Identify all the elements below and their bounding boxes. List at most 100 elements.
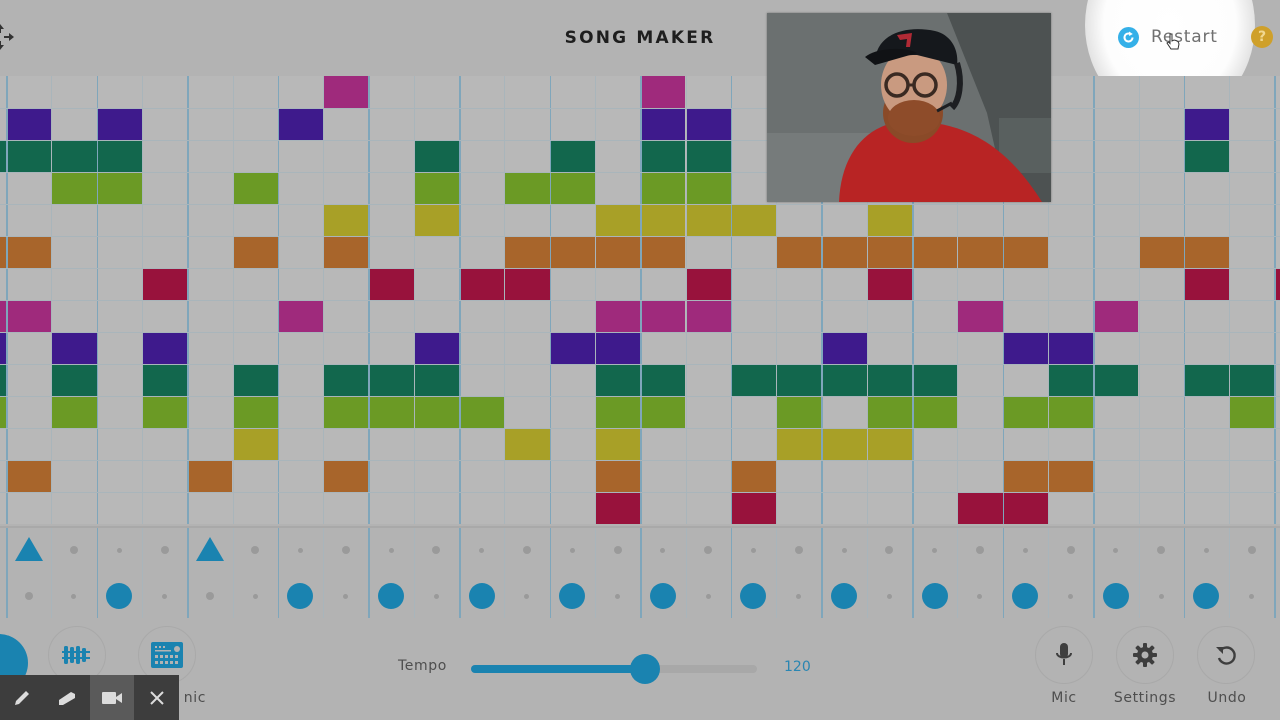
note-cell[interactable] [1047, 332, 1094, 364]
note-cell[interactable] [1183, 108, 1230, 140]
percussion-empty-dot[interactable] [660, 547, 666, 553]
percussion-empty-dot[interactable] [522, 546, 531, 554]
note-cell[interactable] [1183, 236, 1230, 268]
percussion-circle[interactable] [1193, 583, 1220, 609]
note-cell[interactable] [96, 108, 142, 140]
note-cell[interactable] [368, 364, 414, 396]
note-cell[interactable] [685, 108, 731, 140]
note-cell[interactable] [821, 364, 867, 396]
note-cell[interactable] [1002, 460, 1048, 492]
note-cell[interactable] [866, 364, 912, 396]
percussion-circle[interactable] [649, 583, 676, 609]
note-cell[interactable] [277, 108, 324, 140]
percussion-circle[interactable] [740, 583, 767, 609]
percussion-empty-dot[interactable] [388, 547, 394, 553]
note-cell[interactable] [1047, 460, 1094, 492]
percussion-circle[interactable] [378, 583, 405, 609]
note-cell[interactable] [685, 204, 731, 236]
percussion-empty-dot[interactable] [162, 593, 168, 599]
note-cell[interactable] [1047, 364, 1094, 396]
note-cell[interactable] [640, 108, 686, 140]
percussion-empty-dot[interactable] [705, 593, 711, 599]
percussion-empty-dot[interactable] [613, 546, 622, 554]
tempo-slider-thumb[interactable] [630, 654, 661, 684]
note-cell[interactable] [685, 300, 731, 332]
percussion-empty-dot[interactable] [885, 546, 894, 554]
note-cell[interactable] [277, 300, 324, 332]
note-cell[interactable] [141, 364, 188, 396]
settings-button[interactable] [1116, 626, 1174, 684]
note-cell[interactable] [730, 492, 777, 524]
pencil-button[interactable] [0, 675, 45, 720]
percussion-empty-dot[interactable] [975, 546, 984, 554]
percussion-empty-dot[interactable] [977, 593, 983, 599]
percussion-empty-dot[interactable] [569, 547, 575, 553]
note-cell[interactable] [323, 236, 369, 268]
note-cell[interactable] [776, 364, 822, 396]
note-cell[interactable] [594, 332, 641, 364]
note-cell[interactable] [640, 76, 686, 108]
note-cell[interactable] [640, 364, 686, 396]
percussion-empty-dot[interactable] [1249, 593, 1255, 599]
percussion-empty-dot[interactable] [704, 546, 713, 554]
note-cell[interactable] [51, 364, 97, 396]
percussion-circle[interactable] [1012, 583, 1039, 609]
percussion-empty-dot[interactable] [24, 592, 33, 600]
note-cell[interactable] [51, 172, 97, 204]
note-cell[interactable] [594, 204, 641, 236]
note-cell[interactable] [1093, 364, 1139, 396]
percussion-empty-dot[interactable] [69, 546, 78, 554]
note-cell[interactable] [1183, 268, 1230, 300]
percussion-empty-dot[interactable] [932, 547, 938, 553]
note-cell[interactable] [866, 428, 912, 460]
note-cell[interactable] [368, 268, 414, 300]
percussion-empty-dot[interactable] [615, 593, 621, 599]
note-cell[interactable] [1002, 492, 1048, 524]
note-cell[interactable] [232, 396, 278, 428]
percussion-circle[interactable] [468, 583, 495, 609]
note-cell[interactable] [821, 332, 867, 364]
note-cell[interactable] [1047, 396, 1094, 428]
note-cell[interactable] [413, 364, 459, 396]
percussion-empty-dot[interactable] [1203, 547, 1209, 553]
note-cell[interactable] [323, 76, 369, 108]
note-cell[interactable] [504, 236, 550, 268]
percussion-circle[interactable] [921, 583, 948, 609]
percussion-grid[interactable] [0, 526, 1280, 620]
note-cell[interactable] [594, 300, 641, 332]
note-cell[interactable] [866, 396, 912, 428]
note-cell[interactable] [504, 268, 550, 300]
note-cell[interactable] [866, 236, 912, 268]
note-cell[interactable] [957, 492, 1003, 524]
percussion-empty-dot[interactable] [1068, 593, 1074, 599]
note-cell[interactable] [232, 236, 278, 268]
note-cell[interactable] [1229, 396, 1275, 428]
percussion-circle[interactable] [287, 583, 314, 609]
note-cell[interactable] [685, 140, 731, 172]
note-cell[interactable] [1183, 140, 1230, 172]
percussion-empty-dot[interactable] [341, 546, 350, 554]
note-cell[interactable] [232, 172, 278, 204]
note-cell[interactable] [413, 332, 459, 364]
note-cell[interactable] [549, 140, 595, 172]
note-cell[interactable] [504, 172, 550, 204]
note-cell[interactable] [866, 204, 912, 236]
note-cell[interactable] [730, 204, 777, 236]
note-cell[interactable] [549, 236, 595, 268]
note-cell[interactable] [51, 140, 97, 172]
note-cell[interactable] [1002, 396, 1048, 428]
percussion-empty-dot[interactable] [886, 593, 892, 599]
note-cell[interactable] [912, 364, 958, 396]
note-cell[interactable] [912, 236, 958, 268]
percussion-empty-dot[interactable] [794, 546, 803, 554]
percussion-empty-dot[interactable] [251, 546, 260, 554]
note-cell[interactable] [51, 396, 97, 428]
percussion-empty-dot[interactable] [1113, 547, 1119, 553]
percussion-empty-dot[interactable] [750, 547, 756, 553]
note-cell[interactable] [6, 140, 52, 172]
note-cell[interactable] [1002, 332, 1048, 364]
note-cell[interactable] [912, 396, 958, 428]
note-cell[interactable] [413, 140, 459, 172]
help-button[interactable]: ? [1251, 26, 1273, 48]
percussion-empty-dot[interactable] [71, 593, 77, 599]
